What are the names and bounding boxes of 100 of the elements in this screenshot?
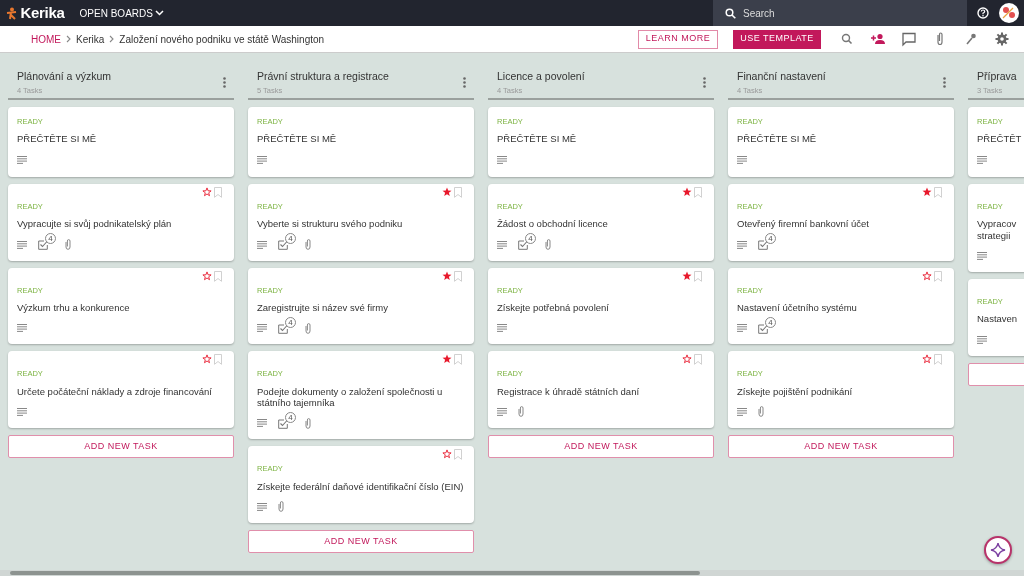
use-template-button[interactable]: USE TEMPLATE [733, 29, 821, 49]
checklist-count: 4 [285, 411, 296, 423]
notes-icon [497, 240, 507, 249]
checklist-count: 4 [525, 233, 536, 245]
task-title: PŘEČTĚTE SI MĚ [257, 133, 338, 145]
notes-icon [737, 407, 747, 416]
task-title: Otevřený firemní bankovní účet [737, 218, 870, 230]
more-options-icon[interactable] [463, 77, 466, 88]
notes-icon [977, 252, 987, 261]
more-options-icon[interactable] [703, 77, 706, 88]
task-title: Nastavení účetního systému [737, 301, 858, 314]
star-icon[interactable] [922, 187, 932, 197]
notes-icon [497, 407, 507, 416]
attachment-icon [65, 239, 71, 251]
task-title: Získejte pojištění podnikání [737, 385, 854, 397]
checklist-count: 4 [45, 233, 56, 245]
task-title: Vypracujte si svůj podnikatelský plán [17, 218, 173, 230]
star-icon[interactable] [442, 354, 452, 365]
star-icon[interactable] [202, 187, 212, 197]
column-title: Příprava [977, 69, 1018, 84]
search-field[interactable]: Search [713, 0, 967, 26]
add-task-button[interactable]: ADD NEW TASK [728, 434, 954, 458]
add-person-icon[interactable] [870, 31, 886, 47]
logo-text[interactable]: Kerika [20, 1, 65, 25]
checklist-count: 4 [765, 233, 776, 245]
sparkle-icon [990, 542, 1006, 558]
column-title: Finanční nastavení [737, 69, 827, 84]
notes-icon [257, 502, 267, 511]
star-icon[interactable] [682, 354, 692, 365]
task-title: Registrace k úhradě státních daní [497, 385, 641, 397]
checklist-count: 4 [285, 316, 296, 328]
checklist-count: 4 [285, 233, 296, 245]
star-icon[interactable] [442, 270, 452, 281]
search-icon [725, 8, 736, 19]
star-icon[interactable] [682, 270, 692, 281]
chat-icon[interactable] [901, 31, 917, 47]
task-title: Zaregistrujte si název své firmy [257, 301, 389, 314]
attachment-icon [518, 406, 524, 418]
star-icon[interactable] [442, 187, 452, 197]
board-title: Založení nového podniku ve státě Washington [119, 32, 325, 47]
attachment-icon [305, 417, 311, 429]
add-task-button[interactable]: ADD NEW TASK [488, 434, 714, 458]
learn-more-button[interactable]: LEARN MORE [638, 29, 718, 49]
task-title: Nastaven [977, 313, 1019, 325]
avatar[interactable] [999, 3, 1019, 23]
task-title: PŘEČTĚTE SI MĚ [737, 133, 818, 145]
notes-icon [497, 155, 507, 164]
star-icon[interactable] [922, 270, 932, 281]
breadcrumb-link[interactable]: Kerika [76, 31, 105, 47]
settings-icon[interactable] [994, 31, 1010, 47]
attachment-icon [278, 501, 284, 513]
more-options-icon[interactable] [943, 77, 946, 88]
notes-icon [17, 324, 27, 333]
task-title: Vypracov strategii [977, 218, 1018, 242]
notes-icon [257, 155, 267, 164]
attachment-icon [305, 322, 311, 334]
chevron-right-icon [66, 35, 71, 43]
search-icon[interactable] [839, 31, 855, 47]
attachment-icon [758, 406, 764, 418]
notes-icon [737, 324, 747, 333]
star-icon[interactable] [922, 354, 932, 365]
more-options-icon[interactable] [223, 77, 226, 88]
star-icon[interactable] [202, 354, 212, 365]
task-title: Výzkum trhu a konkurence [17, 301, 131, 314]
microphone-icon[interactable] [963, 31, 979, 47]
logo-icon [5, 6, 18, 20]
task-title: Získejte potřebná povolení [497, 301, 610, 314]
checklist-count: 4 [765, 316, 776, 328]
assistant-button[interactable] [984, 536, 1012, 564]
notes-icon [257, 240, 267, 249]
notes-icon [257, 419, 267, 428]
notes-icon [257, 324, 267, 333]
task-title: PŘEČTĚTE SI MĚ [497, 133, 578, 145]
star-icon[interactable] [442, 449, 452, 460]
notes-icon [977, 335, 987, 344]
notes-icon [737, 155, 747, 164]
open-boards-menu[interactable]: OPEN BOARDS [79, 5, 165, 21]
add-task-button[interactable]: ADD NEW TASK [8, 434, 234, 458]
notes-icon [737, 240, 747, 249]
chevron-down-icon [155, 10, 165, 16]
task-title: Získejte federální daňové identifikační číslo (EIN) [257, 480, 465, 492]
column-title: Licence a povolení [497, 69, 586, 84]
home-link[interactable]: HOME [31, 31, 61, 47]
notes-icon [17, 155, 27, 164]
task-title: Žádost o obchodní licence [497, 218, 609, 230]
add-task-button[interactable]: ADD NEW TASK [248, 529, 474, 553]
notes-icon [497, 324, 507, 333]
task-title: PŘEČTĚT [977, 133, 1023, 145]
chevron-right-icon [109, 35, 115, 43]
notes-icon [17, 407, 27, 416]
column-title: Právní struktura a registrace [257, 69, 390, 84]
attachment-icon [545, 239, 551, 251]
help-icon[interactable] [977, 7, 989, 19]
star-icon[interactable] [682, 187, 692, 197]
notes-icon [17, 240, 27, 249]
notes-icon [977, 155, 987, 164]
task-title: Vyberte si strukturu svého podniku [257, 218, 404, 230]
horizontal-scrollbar[interactable] [0, 570, 1024, 576]
task-title: Určete počáteční náklady a zdroje financování [17, 385, 213, 397]
star-icon[interactable] [202, 270, 212, 281]
